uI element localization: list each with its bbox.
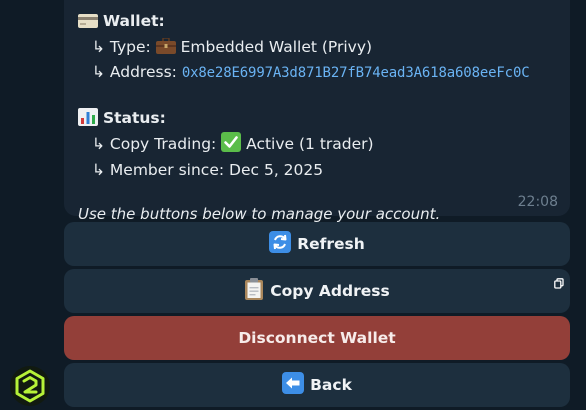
wallet-address-value[interactable]: 0x8e28E6997A3d871B27fB74ead3A618a608eeFc…: [182, 65, 530, 81]
credit-card-icon: [78, 13, 98, 36]
copy-address-button-label: Copy Address: [270, 282, 390, 300]
member-since-value: Dec 5, 2025: [229, 160, 324, 179]
member-since-line: ↳ Member since: Dec 5, 2025: [78, 159, 556, 182]
refresh-button[interactable]: Refresh: [64, 222, 570, 266]
bar-chart-icon: [78, 107, 98, 133]
copy-trading-line: ↳ Copy Trading: Active (1 trader): [78, 132, 556, 159]
copy-trading-label: ↳ Copy Trading:: [92, 135, 217, 153]
copy-indicator-icon: [554, 275, 564, 289]
bot-logo-icon[interactable]: [10, 366, 50, 406]
wallet-heading: Wallet:: [102, 12, 165, 30]
member-since-label: ↳ Member since:: [92, 160, 225, 179]
back-button-label: Back: [310, 376, 352, 394]
wallet-type-line: ↳ Type: Embedded Wallet (Privy): [78, 36, 556, 62]
copy-address-button[interactable]: Copy Address: [64, 269, 570, 313]
status-heading-line: Status:: [78, 107, 556, 133]
back-button[interactable]: Back: [64, 363, 570, 407]
refresh-arrows-icon: [269, 231, 292, 257]
disconnect-wallet-button-label: Disconnect Wallet: [238, 329, 396, 347]
refresh-button-label: Refresh: [297, 235, 365, 253]
wallet-type-value: Embedded Wallet (Privy): [180, 37, 373, 56]
copy-trading-value: Active (1 trader): [246, 135, 374, 153]
status-heading: Status:: [102, 108, 166, 127]
check-mark-icon: [221, 132, 242, 159]
left-arrow-icon: [282, 372, 305, 398]
wallet-address-line: ↳ Address: 0x8e28E6997A3d871B27fB74ead3A…: [78, 61, 556, 85]
message-time: 22:08: [517, 194, 558, 210]
wallet-heading-line: Wallet:: [78, 10, 556, 36]
disconnect-wallet-button[interactable]: Disconnect Wallet: [64, 316, 570, 360]
wallet-type-label: ↳ Type:: [92, 37, 151, 56]
message-bubble: Wallet: ↳ Type: Embedded Wallet (Privy) …: [64, 0, 570, 223]
clipboard-icon: [244, 278, 264, 304]
wallet-address-label: ↳ Address:: [92, 63, 177, 81]
briefcase-icon: [155, 36, 176, 62]
